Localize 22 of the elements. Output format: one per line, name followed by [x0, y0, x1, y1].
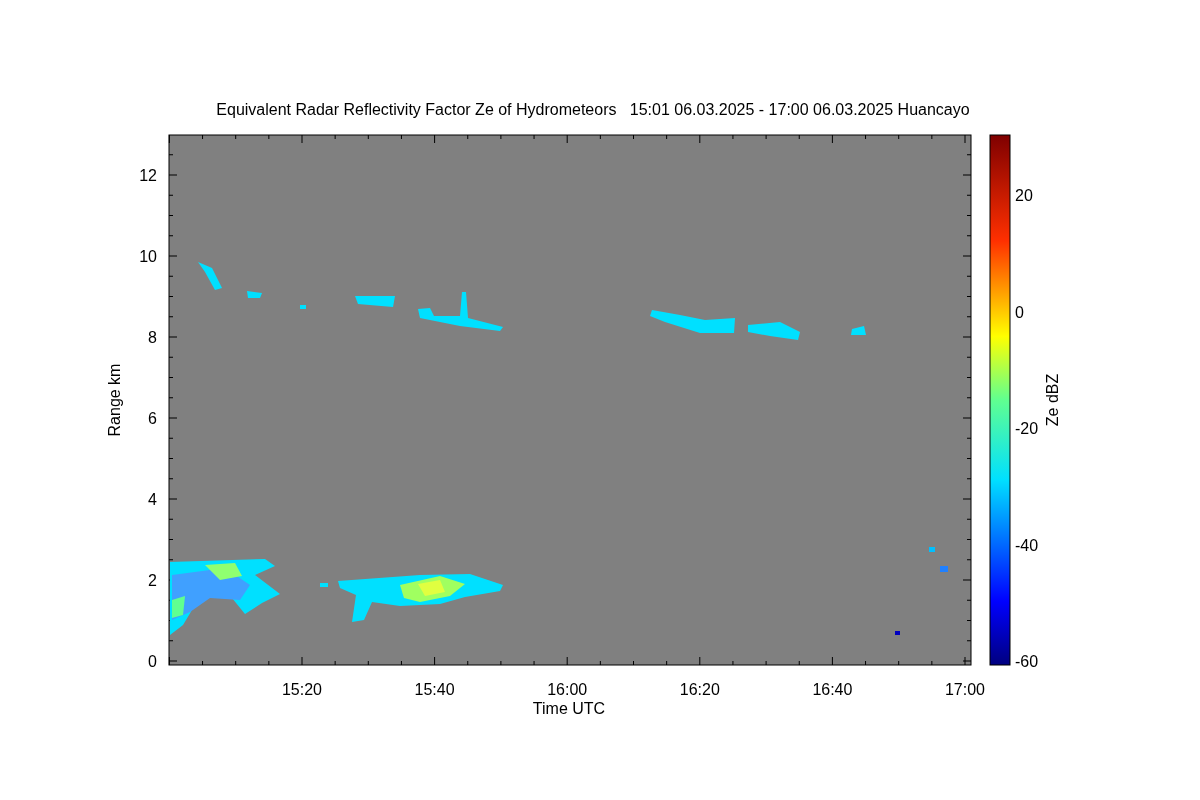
y-tick-label: 8	[148, 329, 157, 346]
x-axis-label: Time UTC	[532, 700, 606, 717]
x-tick-label: 16:20	[679, 681, 720, 698]
colorbar-tick-label: 0	[1015, 303, 1024, 321]
y-tick-label: 12	[139, 167, 157, 184]
x-tick-label: 16:40	[812, 681, 853, 698]
x-tick-label: 15:40	[414, 681, 455, 698]
y-tick-label: 10	[139, 248, 157, 265]
chart-title: Equivalent Radar Reflectivity Factor Ze of Hydrometeors 15:01 06.03.2025 - 17:00 06.03.2025 Huancayo	[216, 101, 970, 118]
y-tick-label: 6	[148, 410, 157, 427]
x-tick-label: 16:00	[547, 681, 588, 698]
colorbar-tick-label: -20	[1015, 420, 1039, 437]
x-tick-label: 17:00	[945, 681, 985, 698]
y-tick-label: 0	[148, 653, 157, 670]
colorbar-tick-label: -40	[1015, 536, 1039, 554]
y-tick-label: 4	[148, 491, 157, 508]
y-tick-label: 2	[148, 572, 157, 589]
x-tick-label: 15:20	[282, 681, 322, 698]
colorbar-tick-label: 20	[1015, 187, 1033, 204]
y-axis-label: Range km	[106, 363, 123, 437]
colorbar-label: Ze dBZ	[1044, 373, 1061, 427]
colorbar-tick-label: -60	[1015, 653, 1039, 670]
